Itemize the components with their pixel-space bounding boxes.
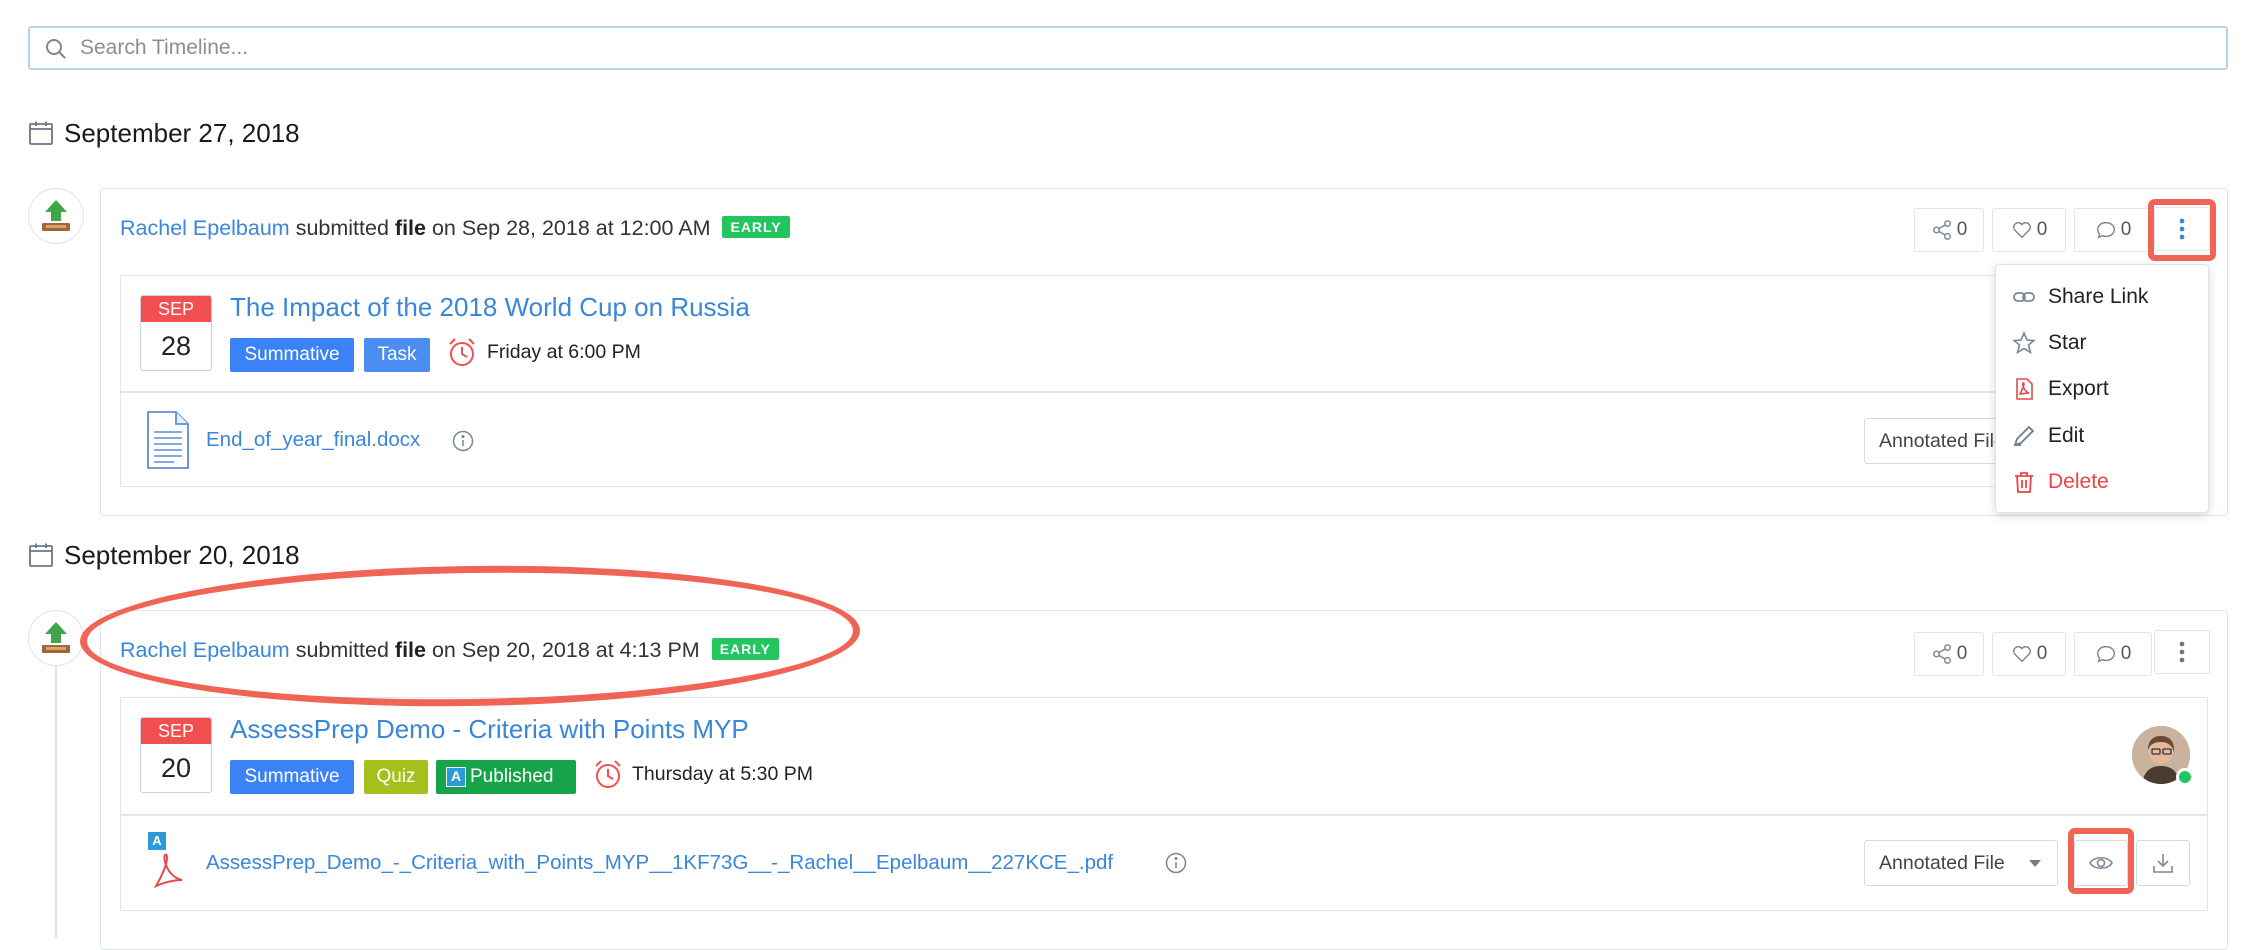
menu-item-delete[interactable]: Delete: [1996, 462, 2208, 502]
activity-time: on Sep 28, 2018 at 12:00 AM: [431, 216, 711, 240]
download-button[interactable]: [2136, 840, 2190, 886]
alarm-clock-icon: [595, 760, 621, 788]
comment-icon: [2096, 221, 2115, 239]
pdf-file-icon: [153, 853, 183, 889]
search-bar[interactable]: [28, 26, 2228, 70]
due-day: 20: [160, 753, 192, 783]
annotated-file-select[interactable]: Annotated File: [1864, 840, 2058, 886]
link-icon: [2013, 292, 2035, 302]
comment-button[interactable]: 0: [2074, 208, 2152, 252]
upload-avatar: [28, 610, 84, 666]
search-input[interactable]: [78, 28, 2218, 68]
eye-icon: [2089, 856, 2113, 870]
annotated-file-label: Annotated File: [1879, 429, 2005, 452]
download-icon: [2153, 854, 2173, 873]
due-month: SEP: [141, 718, 211, 744]
due-date-badge: SEP 28: [140, 295, 212, 371]
pencil-icon: [2013, 425, 2035, 447]
more-vertical-icon: [2179, 218, 2185, 240]
file-link[interactable]: End_of_year_final.docx: [206, 428, 420, 452]
pdf-icon: [2016, 378, 2033, 400]
caret-down-icon: [2029, 860, 2041, 867]
more-options-menu: Share Link Star Export Edit Delete: [1995, 264, 2209, 513]
published-label: Published: [470, 766, 554, 787]
assessment-title[interactable]: AssessPrep Demo - Criteria with Points M…: [230, 714, 749, 745]
heart-icon: [2012, 221, 2031, 239]
star-icon: [2012, 331, 2036, 355]
quiz-tag: Quiz: [364, 760, 428, 794]
share-count: 0: [1956, 643, 1968, 664]
upload-icon: [42, 200, 70, 231]
panel-divider: [121, 814, 2207, 816]
activity-line: Rachel Epelbaum submitted file on Sep 28…: [120, 216, 790, 241]
comment-count: 0: [2120, 219, 2132, 240]
upload-avatar: [28, 188, 84, 244]
preview-button[interactable]: [2074, 840, 2128, 886]
menu-item-export[interactable]: Export: [1996, 369, 2208, 409]
share-count: 0: [1956, 219, 1968, 240]
published-tag: A Published: [436, 760, 576, 794]
activity-verb: submitted: [295, 216, 389, 240]
more-options-button[interactable]: [2154, 630, 2210, 674]
summative-tag: Summative: [230, 760, 354, 794]
share-icon: [1932, 644, 1951, 664]
summative-tag: Summative: [230, 338, 354, 372]
task-tag: Task: [364, 338, 430, 372]
like-button[interactable]: 0: [1992, 208, 2066, 252]
activity-object: file: [394, 216, 426, 240]
comment-count: 0: [2120, 643, 2132, 664]
panel-divider: [121, 391, 2207, 393]
trash-icon: [2015, 472, 2033, 493]
menu-item-star[interactable]: Star: [1996, 323, 2208, 363]
alarm-clock-icon: [449, 338, 475, 366]
like-count: 0: [2036, 643, 2048, 664]
upload-icon: [42, 622, 70, 653]
share-icon: [1932, 220, 1951, 240]
more-options-button[interactable]: [2154, 207, 2210, 251]
heart-icon: [2012, 645, 2031, 663]
date-heading: September 20, 2018: [64, 540, 300, 570]
calendar-icon: [29, 543, 53, 567]
like-button[interactable]: 0: [1992, 632, 2066, 676]
menu-item-label: Share Link: [2048, 285, 2149, 308]
menu-item-label: Delete: [2048, 470, 2109, 493]
due-date-badge: SEP 20: [140, 717, 212, 793]
calendar-icon: [29, 121, 53, 145]
comment-icon: [2096, 645, 2115, 663]
due-text: Thursday at 5:30 PM: [632, 763, 814, 785]
menu-item-edit[interactable]: Edit: [1996, 416, 2208, 456]
early-badge: EARLY: [722, 216, 790, 238]
due-day: 28: [160, 331, 192, 361]
menu-item-label: Star: [2048, 331, 2087, 354]
menu-item-label: Edit: [2048, 424, 2085, 447]
menu-item-share-link[interactable]: Share Link: [1996, 277, 2208, 317]
assessprep-logo-icon: A: [446, 767, 466, 787]
search-icon: [46, 39, 66, 59]
document-icon: [147, 411, 189, 469]
more-vertical-icon: [2179, 641, 2185, 663]
comment-button[interactable]: 0: [2074, 632, 2152, 676]
online-status-dot: [2176, 768, 2194, 786]
user-link[interactable]: Rachel Epelbaum: [120, 216, 290, 240]
date-heading: September 27, 2018: [64, 118, 300, 148]
info-icon[interactable]: [1165, 852, 1187, 874]
share-button[interactable]: 0: [1914, 632, 1984, 676]
assessment-title[interactable]: The Impact of the 2018 World Cup on Russ…: [230, 292, 750, 323]
timeline-line: [55, 666, 57, 938]
annotated-file-label: Annotated File: [1879, 851, 2005, 874]
like-count: 0: [2036, 219, 2048, 240]
due-text: Friday at 6:00 PM: [487, 341, 641, 363]
share-button[interactable]: 0: [1914, 208, 1984, 252]
info-icon[interactable]: [452, 430, 474, 452]
file-link[interactable]: AssessPrep_Demo_-_Criteria_with_Points_M…: [206, 851, 1113, 875]
due-month: SEP: [141, 296, 211, 322]
menu-item-label: Export: [2048, 377, 2109, 400]
